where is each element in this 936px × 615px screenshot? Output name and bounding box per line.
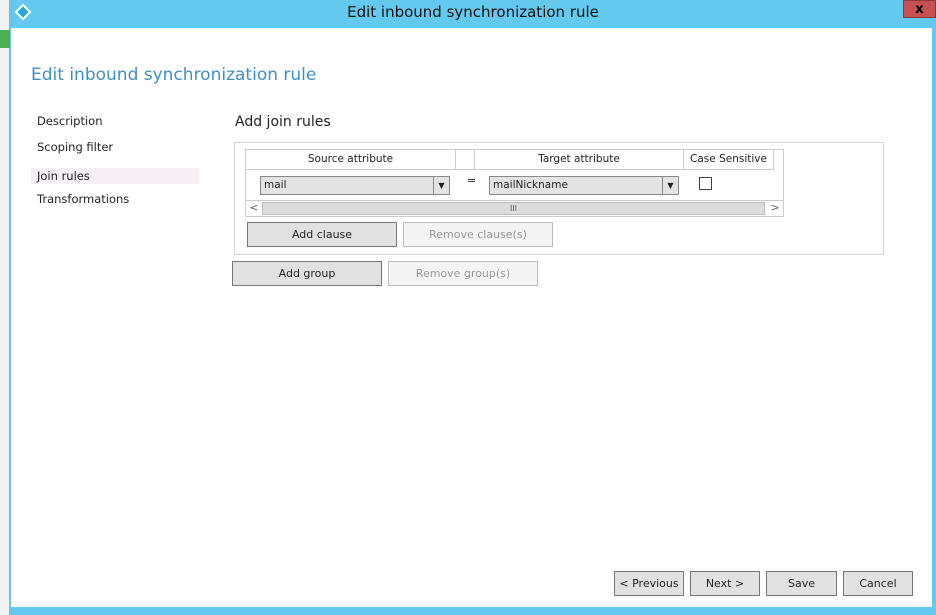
add-group-button[interactable]: Add group xyxy=(232,261,382,286)
target-attribute-value: mailNickname xyxy=(493,179,568,191)
source-attribute-select[interactable]: mail ▼ xyxy=(260,176,450,195)
add-clause-button[interactable]: Add clause xyxy=(247,222,397,247)
nav-item-join-rules[interactable]: Join rules xyxy=(31,168,199,184)
join-clause-grid: Source attribute Target attribute Case S… xyxy=(245,149,784,217)
operator-label: = xyxy=(467,174,477,187)
window-title: Edit inbound synchronization rule xyxy=(347,3,599,21)
header-target-attribute[interactable]: Target attribute xyxy=(475,150,684,170)
target-attribute-select[interactable]: mailNickname ▼ xyxy=(489,176,679,195)
nav-item-description[interactable]: Description xyxy=(31,112,199,138)
remove-group-button[interactable]: Remove group(s) xyxy=(388,261,538,286)
scroll-thumb[interactable]: III xyxy=(262,202,765,215)
wizard-nav: Description Scoping filter Join rules Tr… xyxy=(31,112,199,216)
header-case-sensitive[interactable]: Case Sensitive xyxy=(684,150,774,170)
page-title: Edit inbound synchronization rule xyxy=(31,65,317,85)
remove-clause-button[interactable]: Remove clause(s) xyxy=(403,222,553,247)
background-window xyxy=(0,0,10,615)
save-button[interactable]: Save xyxy=(766,571,837,596)
join-group: Source attribute Target attribute Case S… xyxy=(234,142,884,255)
dropdown-arrow-icon[interactable]: ▼ xyxy=(662,177,678,194)
nav-item-transformations[interactable]: Transformations xyxy=(31,190,199,216)
nav-item-scoping-filter[interactable]: Scoping filter xyxy=(31,138,199,164)
scroll-left-icon[interactable]: < xyxy=(246,201,262,216)
horizontal-scrollbar[interactable]: < III > xyxy=(246,200,783,216)
previous-button[interactable]: < Previous xyxy=(614,571,684,596)
next-button[interactable]: Next > xyxy=(690,571,760,596)
section-title: Add join rules xyxy=(235,114,331,130)
source-attribute-value: mail xyxy=(264,179,287,191)
dialog-window: Edit inbound synchronization rule x Edit… xyxy=(10,0,936,615)
scroll-right-icon[interactable]: > xyxy=(767,201,783,216)
close-button[interactable]: x xyxy=(903,0,936,18)
case-sensitive-checkbox[interactable] xyxy=(699,177,712,190)
header-source-attribute[interactable]: Source attribute xyxy=(246,150,456,170)
cancel-button[interactable]: Cancel xyxy=(843,571,913,596)
header-operator xyxy=(456,150,475,170)
dialog-client: Edit inbound synchronization rule Descri… xyxy=(11,28,932,607)
dropdown-arrow-icon[interactable]: ▼ xyxy=(433,177,449,194)
